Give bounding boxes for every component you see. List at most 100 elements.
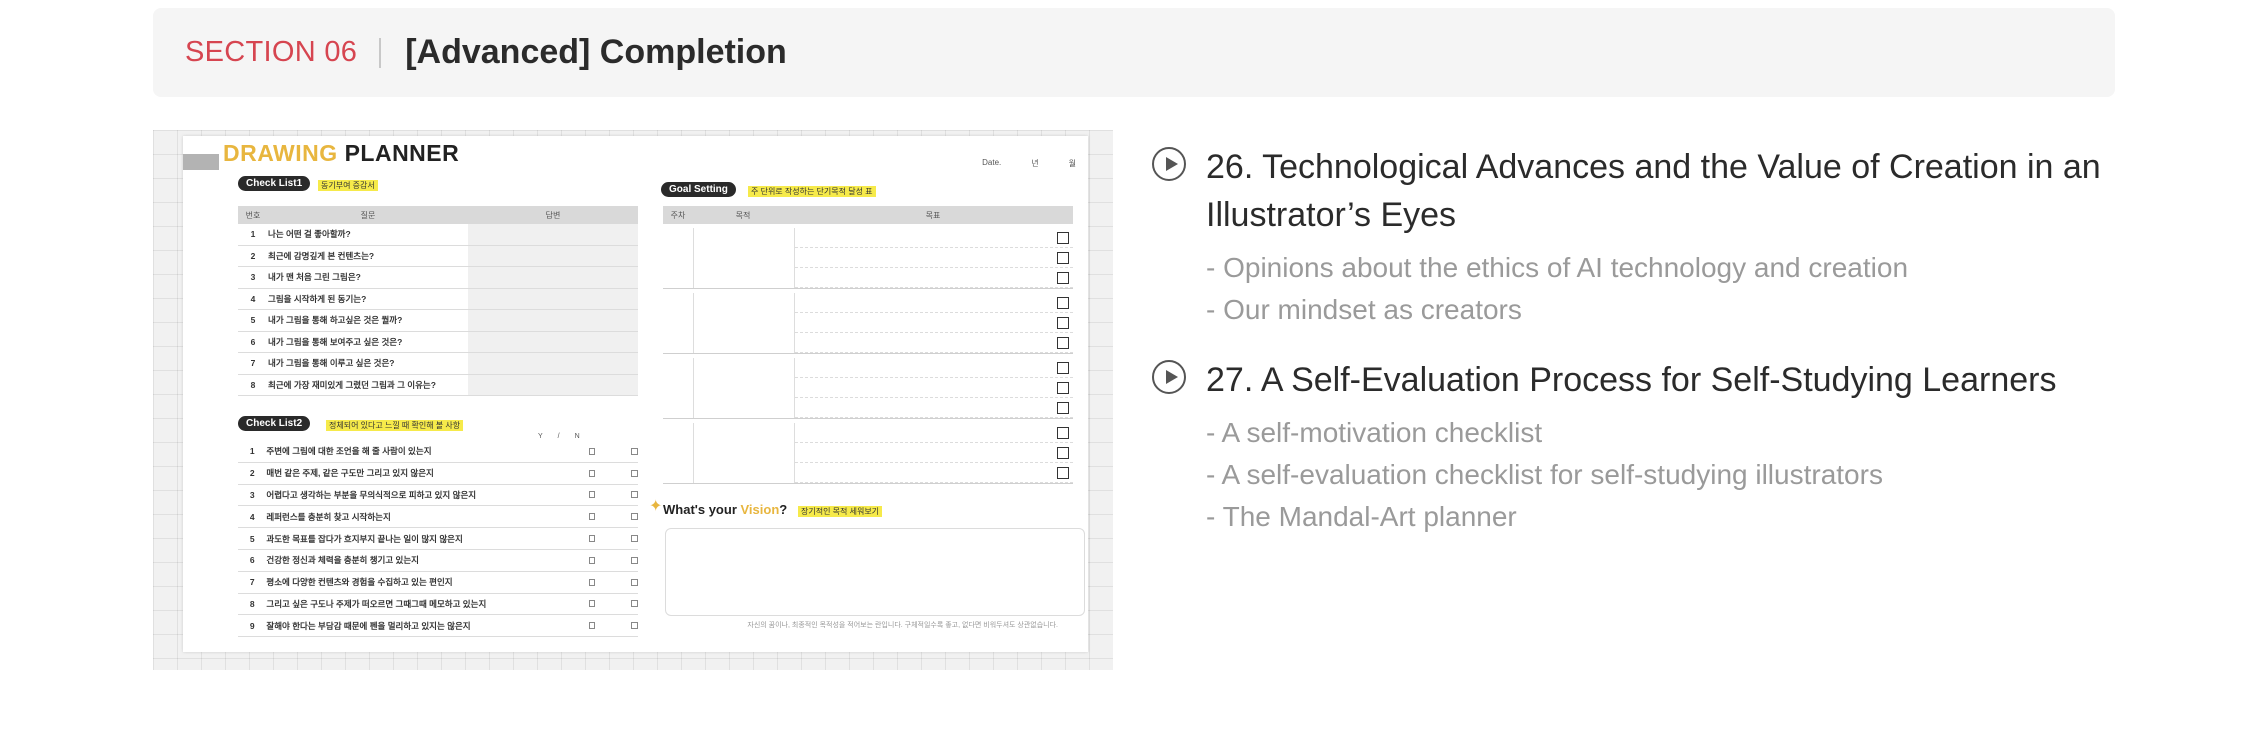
vision-note: 장기적인 목적 세워보기: [798, 506, 883, 517]
yes-checkbox: [588, 622, 596, 630]
date-label: Date.: [982, 158, 1002, 167]
row-number: 1: [250, 229, 256, 240]
row-answer-cell: [468, 331, 638, 352]
row-question: 최근에 감명깊게 본 컨텐츠는?: [268, 250, 375, 261]
goal-checkbox: [1057, 381, 1069, 394]
row-number: 4: [249, 511, 255, 522]
goal-checkbox: [1057, 446, 1069, 459]
check-list-1-header: 번호 질문 답변: [238, 206, 638, 224]
row-question: 내가 그림을 통해 이루고 싶은 것은?: [268, 358, 395, 369]
goal-checkbox: [1057, 296, 1069, 309]
no-checkbox: [631, 578, 638, 586]
row-question: 주변에 그림에 대한 조언을 해 줄 사람이 있는지: [266, 446, 432, 457]
row-question: 과도한 목표를 잡다가 흐지부지 끝나는 일이 많지 않은지: [266, 533, 463, 544]
table-row: 4 레퍼런스를 충분히 찾고 시작하는지: [238, 506, 638, 529]
section-label: SECTION 06: [185, 36, 358, 68]
yes-checkbox: [588, 447, 596, 455]
row-answer-cell: [468, 288, 638, 309]
table-row: 9 잘해야 한다는 부담감 때문에 펜을 멀리하고 있지는 않은지: [238, 615, 638, 638]
chapter-bullets: - A self-motivation checklist - A self-e…: [1206, 412, 2112, 538]
list-item: - A self-motivation checklist: [1206, 417, 1543, 448]
table-row: 3 내가 맨 처음 그린 그림은?: [238, 267, 638, 289]
section-divider: [379, 37, 382, 68]
play-circle-icon: [1152, 360, 1186, 394]
planner-title-word2: PLANNER: [344, 140, 460, 166]
chapter-26: 26. Technological Advances and the Value…: [1152, 143, 2112, 331]
goal-block: [663, 423, 1073, 484]
table-row: 6 건강한 정신과 체력을 충분히 챙기고 있는지: [238, 550, 638, 572]
row-number: 3: [249, 489, 255, 500]
goal-setting-label: Goal Setting: [661, 182, 736, 197]
row-question: 그림을 시작하게 된 동기는?: [268, 293, 367, 304]
chapter-bullets: - Opinions about the ethics of AI techno…: [1206, 247, 2112, 331]
row-number: 8: [250, 379, 256, 390]
star-icon: ✦: [649, 498, 663, 515]
goal-checkbox: [1057, 231, 1069, 244]
table-row: 3 어렵다고 생각하는 부분을 무의식적으로 피하고 있지 않은지: [238, 485, 638, 507]
date-row: Date. 년 월: [982, 158, 1076, 169]
goal-checkbox: [1057, 466, 1069, 479]
goal-block: [663, 358, 1073, 419]
header-question: 질문: [360, 210, 376, 220]
check-list-1-label: Check List1: [238, 176, 311, 191]
header-target: 목표: [925, 210, 941, 220]
list-item: - Opinions about the ethics of AI techno…: [1206, 252, 1909, 283]
row-question: 나는 어떤 걸 좋아할까?: [268, 229, 351, 240]
row-number: 2: [250, 250, 256, 261]
chapter-title: 26. Technological Advances and the Value…: [1206, 148, 2101, 234]
corner-tab: [183, 154, 219, 170]
check-list-1-note: 동기부여 증감서: [318, 180, 378, 191]
no-checkbox: [631, 513, 638, 521]
no-checkbox: [631, 556, 638, 564]
goal-checkbox: [1057, 361, 1069, 374]
yes-checkbox: [588, 556, 596, 564]
yes-checkbox: [588, 600, 596, 608]
header-number: 번호: [245, 210, 261, 220]
check-list-2-table: 1 주변에 그림에 대한 조언을 해 줄 사람이 있는지 2 매번 같은 주제, 같…: [238, 441, 638, 638]
table-row: 2 최근에 감명깊게 본 컨텐츠는?: [238, 245, 638, 267]
row-question: 건강한 정신과 체력을 충분히 챙기고 있는지: [266, 555, 419, 566]
row-number: 2: [249, 468, 255, 479]
play-circle-icon: [1152, 147, 1186, 181]
no-checkbox: [631, 622, 638, 630]
vision-title: What's your Vision?: [663, 502, 787, 517]
slash-label: /: [557, 433, 560, 440]
row-number: 7: [249, 577, 255, 588]
row-question: 레퍼런스를 충분히 찾고 시작하는지: [266, 511, 391, 522]
list-item: - A self-evaluation checklist for self-s…: [1206, 459, 1883, 490]
row-answer-cell: [468, 310, 638, 331]
row-answer-cell: [468, 224, 638, 245]
table-row: 8 최근에 가장 재미있게 그렸던 그림과 그 이유는?: [238, 374, 638, 396]
header-answer: 답변: [545, 210, 561, 220]
row-answer-cell: [468, 245, 638, 266]
no-checkbox: [631, 491, 638, 499]
row-question: 최근에 가장 재미있게 그렸던 그림과 그 이유는?: [268, 379, 436, 390]
month-label: 월: [1068, 159, 1076, 168]
planner-sheet: DRAWING PLANNER Date. 년 월 Check List1 동기…: [183, 136, 1088, 652]
row-number: 4: [250, 293, 256, 304]
yes-checkbox: [588, 469, 596, 477]
row-question: 내가 그림을 통해 하고싶은 것은 뭘까?: [268, 315, 403, 326]
row-question: 평소에 다양한 컨텐츠와 경험을 수집하고 있는 편인지: [266, 577, 453, 588]
goal-block: [663, 228, 1073, 289]
section-header: SECTION 06 [Advanced] Completion: [153, 8, 2115, 97]
planner-title-word1: DRAWING: [223, 140, 338, 166]
table-row: 5 과도한 목표를 잡다가 흐지부지 끝나는 일이 많지 않은지: [238, 528, 638, 550]
goal-setting-note: 주 단위로 작성하는 단기목적 달성 표: [748, 186, 876, 197]
goal-block: [663, 293, 1073, 354]
check-list-1-table: 번호 질문 답변 1 나는 어떤 걸 좋아할까? 2 최근에 감명깊게 본 컨텐츠는…: [238, 206, 638, 396]
table-row: 1 나는 어떤 걸 좋아할까?: [238, 224, 638, 246]
vision-box: [665, 528, 1085, 616]
row-answer-cell: [468, 353, 638, 374]
no-checkbox: [631, 447, 638, 455]
table-row: 1 주변에 그림에 대한 조언을 해 줄 사람이 있는지: [238, 441, 638, 463]
table-row: 6 내가 그림을 통해 보여주고 싶은 것은?: [238, 331, 638, 353]
row-question: 잘해야 한다는 부담감 때문에 펜을 멀리하고 있지는 않은지: [266, 620, 471, 631]
goal-checkbox: [1057, 336, 1069, 349]
vision-footnote: 자신의 꿈이나, 최종적인 목적성을 적어보는 란입니다. 구체적일수록 좋고,…: [747, 622, 1058, 629]
header-week: 주차: [670, 210, 686, 220]
row-number: 6: [249, 555, 255, 566]
yes-checkbox: [588, 535, 596, 543]
table-row: 2 매번 같은 주제, 같은 구도만 그리고 있지 않은지: [238, 463, 638, 485]
yes-no-header: Y / N: [538, 433, 580, 440]
